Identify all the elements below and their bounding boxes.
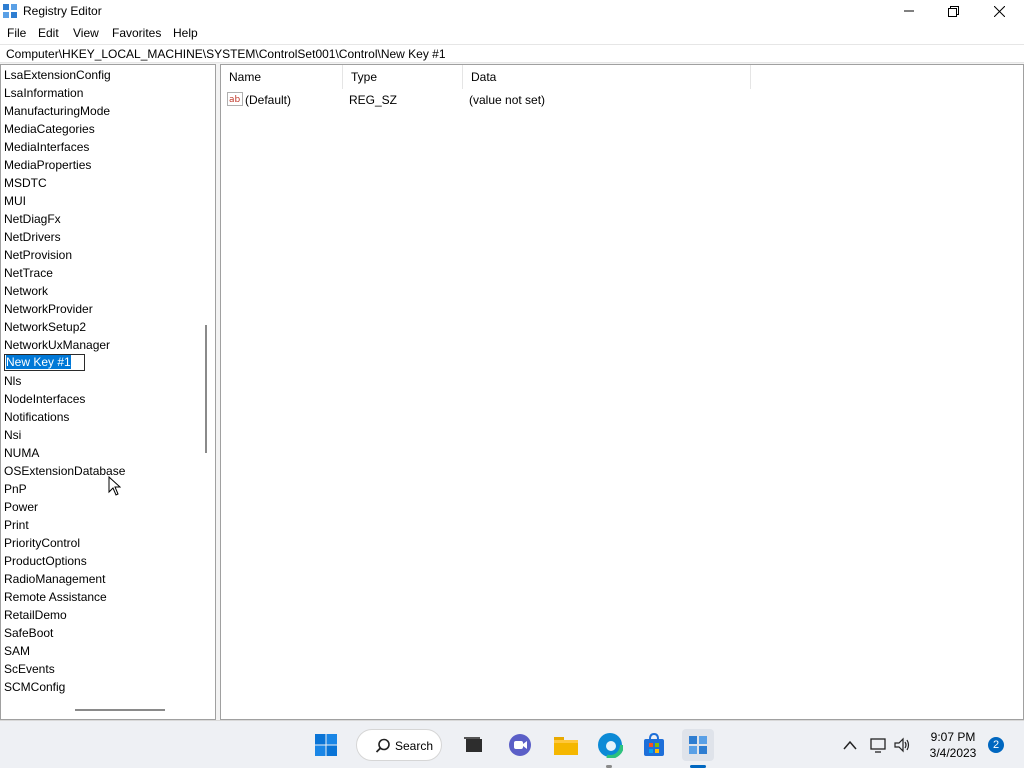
tree-item-prioritycontrol[interactable]: PriorityControl xyxy=(4,534,80,552)
tree-item-netprovision[interactable]: NetProvision xyxy=(4,246,72,264)
tree-item-productoptions[interactable]: ProductOptions xyxy=(4,552,87,570)
menu-file[interactable]: File xyxy=(7,26,26,40)
string-value-icon: ab xyxy=(227,92,243,109)
address-path[interactable]: Computer\HKEY_LOCAL_MACHINE\SYSTEM\Contr… xyxy=(6,47,446,61)
clock-date: 3/4/2023 xyxy=(929,746,977,760)
tree-item-sam[interactable]: SAM xyxy=(4,642,30,660)
key-tree-pane[interactable]: LsaExtensionConfig LsaInformation Manufact… xyxy=(0,64,216,720)
tree-item-nettrace[interactable]: NetTrace xyxy=(4,264,53,282)
tree-item-msdtc[interactable]: MSDTC xyxy=(4,174,47,192)
close-button[interactable] xyxy=(976,0,1022,22)
tree-item-networkuxmanager[interactable]: NetworkUxManager xyxy=(4,336,110,354)
tree-item-lsainformation[interactable]: LsaInformation xyxy=(4,84,83,102)
menu-edit[interactable]: Edit xyxy=(38,26,59,40)
tree-vertical-scrollbar[interactable] xyxy=(205,325,207,453)
volume-icon[interactable] xyxy=(890,729,916,761)
task-view-icon[interactable] xyxy=(458,729,490,761)
column-header-data[interactable]: Data xyxy=(463,65,751,89)
tree-item-netdrivers[interactable]: NetDrivers xyxy=(4,228,61,246)
tree-item-rename-input[interactable]: New Key #1 xyxy=(4,354,85,371)
mouse-cursor-icon xyxy=(108,475,122,499)
tree-item-nsi[interactable]: Nsi xyxy=(4,426,21,444)
tree-item-manufacturingmode[interactable]: ManufacturingMode xyxy=(4,102,110,120)
menu-bar: File Edit View Favorites Help xyxy=(0,22,1024,44)
window-title: Registry Editor xyxy=(23,4,102,18)
tree-item-netdiagfx[interactable]: NetDiagFx xyxy=(4,210,61,228)
tree-item-remote-assistance[interactable]: Remote Assistance xyxy=(4,588,107,606)
column-header-type[interactable]: Type xyxy=(343,65,463,89)
file-explorer-icon[interactable] xyxy=(550,729,582,761)
tree-item-mediainterfaces[interactable]: MediaInterfaces xyxy=(4,138,89,156)
tree-item-network[interactable]: Network xyxy=(4,282,48,300)
address-bar[interactable]: Computer\HKEY_LOCAL_MACHINE\SYSTEM\Contr… xyxy=(0,44,1024,63)
tree-item-safeboot[interactable]: SafeBoot xyxy=(4,624,53,642)
minimize-button[interactable] xyxy=(886,0,932,22)
menu-help[interactable]: Help xyxy=(173,26,198,40)
tree-item-networkprovider[interactable]: NetworkProvider xyxy=(4,300,93,318)
tree-item-power[interactable]: Power xyxy=(4,498,38,516)
tree-item-mui[interactable]: MUI xyxy=(4,192,26,210)
tree-item-label: New Key #1 xyxy=(6,355,71,369)
microsoft-store-icon[interactable] xyxy=(638,729,670,761)
tree-item-networksetup2[interactable]: NetworkSetup2 xyxy=(4,318,86,336)
title-bar: Registry Editor xyxy=(0,0,1024,22)
taskbar: Search 9:07 PM 3/4/2023 2 xyxy=(0,720,1024,768)
tree-item-nodeinterfaces[interactable]: NodeInterfaces xyxy=(4,390,85,408)
chevron-up-icon[interactable] xyxy=(836,729,864,761)
menu-favorites[interactable]: Favorites xyxy=(112,26,161,40)
search-label: Search xyxy=(395,739,434,753)
search-icon xyxy=(375,738,391,757)
svg-text:ab: ab xyxy=(229,95,241,105)
tree-item-lsaextensionconfig[interactable]: LsaExtensionConfig xyxy=(4,66,111,84)
tree-item-scmconfig[interactable]: SCMConfig xyxy=(4,678,65,696)
start-icon[interactable] xyxy=(310,729,342,761)
notification-badge[interactable]: 2 xyxy=(988,737,1004,753)
chat-icon[interactable] xyxy=(504,729,536,761)
network-icon[interactable] xyxy=(866,729,892,761)
value-data: (value not set) xyxy=(469,93,546,107)
restore-button[interactable] xyxy=(930,0,976,22)
clock-time: 9:07 PM xyxy=(930,730,976,744)
tree-item-numa[interactable]: NUMA xyxy=(4,444,39,462)
edge-browser-icon[interactable] xyxy=(594,729,626,761)
value-name: (Default) xyxy=(245,93,292,107)
registry-editor-taskbar-icon[interactable] xyxy=(682,729,714,761)
value-row[interactable]: ab (Default) REG_SZ (value not set) xyxy=(221,91,821,109)
tree-item-mediaproperties[interactable]: MediaProperties xyxy=(4,156,91,174)
column-header-name[interactable]: Name xyxy=(221,65,343,89)
clock[interactable]: 9:07 PM 3/4/2023 xyxy=(916,729,990,761)
tree-item-radiomanagement[interactable]: RadioManagement xyxy=(4,570,105,588)
tree-item-notifications[interactable]: Notifications xyxy=(4,408,69,426)
taskbar-search-box[interactable]: Search xyxy=(356,729,442,761)
registry-editor-icon xyxy=(2,3,18,19)
tree-horizontal-scrollbar[interactable] xyxy=(75,709,165,711)
tree-item-retaildemo[interactable]: RetailDemo xyxy=(4,606,67,624)
tree-item-mediacategories[interactable]: MediaCategories xyxy=(4,120,95,138)
menu-view[interactable]: View xyxy=(73,26,99,40)
value-type: REG_SZ xyxy=(349,93,398,107)
tree-item-pnp[interactable]: PnP xyxy=(4,480,27,498)
tree-item-print[interactable]: Print xyxy=(4,516,29,534)
tree-item-scevents[interactable]: ScEvents xyxy=(4,660,55,678)
tree-item-nls[interactable]: Nls xyxy=(4,372,21,390)
values-pane[interactable]: Name Type Data ab (Default) REG_SZ (valu… xyxy=(220,64,1024,720)
